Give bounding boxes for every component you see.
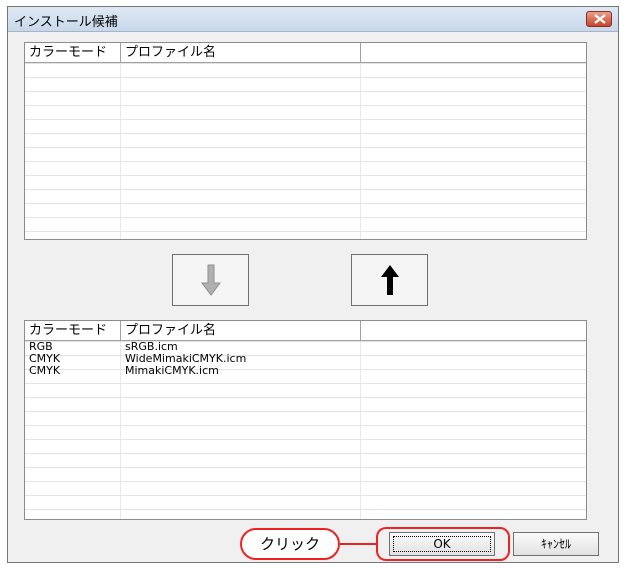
move-up-button[interactable] bbox=[351, 254, 428, 306]
cancel-button[interactable]: ｷｬﾝｾﾙ bbox=[513, 532, 599, 556]
cell-profile-name: MimakiCMYK.icm bbox=[125, 364, 219, 377]
column-header-color-mode[interactable]: カラーモード bbox=[25, 321, 121, 340]
close-button[interactable] bbox=[586, 11, 612, 27]
cell-color-mode: CMYK bbox=[29, 364, 61, 377]
candidate-profile-list[interactable]: カラーモード プロファイル名 bbox=[24, 42, 587, 240]
list-body[interactable]: RGB sRGB.icm CMYK WideMimakiCMYK.icm CMY… bbox=[25, 341, 586, 519]
down-arrow-icon bbox=[201, 264, 221, 296]
list-header: カラーモード プロファイル名 bbox=[25, 43, 586, 63]
list-header: カラーモード プロファイル名 bbox=[25, 321, 586, 341]
window-title: インストール候補 bbox=[14, 15, 118, 30]
table-row[interactable]: RGB sRGB.icm bbox=[25, 341, 586, 353]
title-bar: インストール候補 bbox=[8, 7, 618, 32]
column-header-profile-name[interactable]: プロファイル名 bbox=[121, 321, 361, 340]
close-icon bbox=[594, 14, 606, 24]
installed-profile-list[interactable]: カラーモード プロファイル名 RGB sRGB.icm CMYK WideMim… bbox=[24, 320, 587, 520]
table-row[interactable]: CMYK MimakiCMYK.icm bbox=[25, 365, 586, 377]
column-header-blank[interactable] bbox=[361, 321, 586, 340]
table-row[interactable]: CMYK WideMimakiCMYK.icm bbox=[25, 353, 586, 365]
move-down-button[interactable] bbox=[172, 254, 249, 306]
column-header-color-mode[interactable]: カラーモード bbox=[25, 43, 121, 62]
click-callout: クリック bbox=[240, 528, 340, 560]
list-body[interactable] bbox=[25, 63, 586, 239]
column-header-blank[interactable] bbox=[361, 43, 586, 62]
callout-connector bbox=[340, 543, 378, 545]
up-arrow-icon bbox=[381, 265, 399, 295]
column-header-profile-name[interactable]: プロファイル名 bbox=[121, 43, 361, 62]
ok-highlight-ring bbox=[376, 527, 510, 561]
